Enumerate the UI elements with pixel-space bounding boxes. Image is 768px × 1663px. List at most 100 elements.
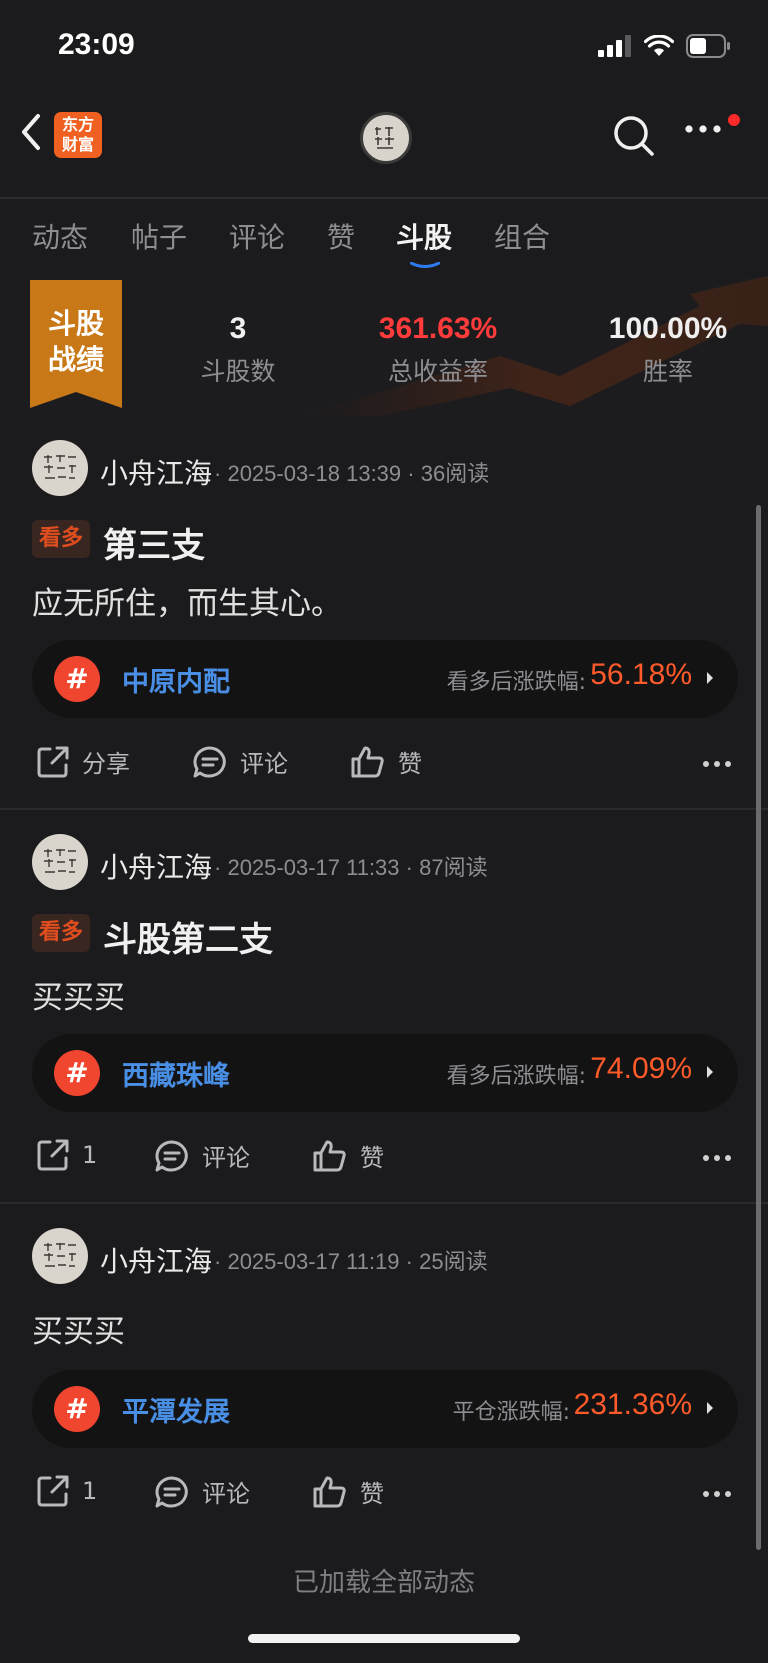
post-body[interactable]: 应无所住，而生其心。 (32, 578, 342, 623)
stock-card[interactable]: # 中原内配 看多后涨跌幅: 56.18% (32, 640, 738, 718)
bullish-tag: 看多 (32, 914, 90, 952)
logo-line2: 财富 (61, 135, 94, 154)
thumbs-up-icon (351, 746, 384, 777)
post-body[interactable]: 买买买 (32, 1306, 125, 1351)
tab-pinglun[interactable]: 评论 (229, 216, 285, 256)
stock-name: 平潭发展 (122, 1397, 230, 1428)
like-button[interactable]: 赞 (312, 1474, 384, 1509)
share-button[interactable]: 1 (36, 1474, 97, 1508)
author-avatar[interactable] (32, 440, 88, 496)
app-logo[interactable]: 东方 财富 (54, 112, 102, 158)
record-badge-label: 斗股 战绩 (30, 280, 122, 408)
author-avatar[interactable] (32, 1228, 88, 1284)
author-name[interactable]: 小舟江海 (100, 452, 212, 492)
stock-change-pct: 231.36% (573, 1388, 692, 1421)
post-more-icon[interactable] (702, 1490, 732, 1498)
comment-label: 评论 (240, 750, 288, 778)
calligraphy-avatar-icon (375, 127, 394, 149)
search-icon[interactable] (612, 114, 656, 158)
post-divider (0, 1202, 768, 1204)
stock-change-label: 看多后涨跌幅: (446, 1064, 586, 1089)
bullish-tag: 看多 (32, 520, 90, 558)
calligraphy-avatar-icon (44, 455, 76, 479)
share-count: 1 (82, 1141, 98, 1169)
chevron-right-icon (707, 1066, 713, 1078)
back-arrow-icon[interactable] (18, 112, 46, 152)
post-title[interactable]: 斗股第二支 (103, 912, 273, 961)
logo-line1: 东方 (61, 115, 94, 134)
action-bar: 分享 评论 赞 (0, 744, 768, 784)
tab-dougu[interactable]: 斗股 (396, 216, 452, 256)
post-meta: · 2025-03-17 11:19 · 25阅读 (214, 1249, 488, 1274)
stat-return-label: 总收益率 (387, 357, 488, 386)
badge-line1: 斗股 (47, 307, 104, 340)
comment-label: 评论 (202, 1144, 250, 1172)
stock-name: 西藏珠峰 (122, 1061, 230, 1092)
author-name[interactable]: 小舟江海 (100, 1240, 212, 1280)
post-date: 2025-03-18 13:39 (227, 461, 402, 486)
comment-button[interactable]: 评论 (154, 1474, 250, 1509)
chevron-right-icon (707, 1402, 713, 1414)
post-divider (0, 808, 768, 810)
share-count: 1 (82, 1477, 98, 1505)
action-bar: 1 评论 赞 (0, 1474, 768, 1514)
calligraphy-avatar-icon (44, 849, 76, 873)
tab-dongtai[interactable]: 动态 (32, 216, 88, 256)
stat-count-value: 3 (229, 312, 247, 345)
comment-button[interactable]: 评论 (192, 744, 288, 779)
stat-return: 361.63% 总收益率 (348, 312, 528, 388)
post-more-icon[interactable] (702, 760, 732, 768)
share-button[interactable]: 分享 (36, 744, 130, 779)
post-reads: 25阅读 (419, 1249, 488, 1274)
stock-change-label: 平仓涨跌幅: (452, 1400, 570, 1425)
stock-change-pct: 74.09% (590, 1052, 692, 1085)
more-options-icon[interactable] (684, 124, 724, 134)
post-more-icon[interactable] (702, 1154, 732, 1162)
stock-card[interactable]: # 西藏珠峰 看多后涨跌幅: 74.09% (32, 1034, 738, 1112)
stock-card[interactable]: # 平潭发展 平仓涨跌幅: 231.36% (32, 1370, 738, 1448)
nav-divider (0, 197, 768, 199)
thumbs-up-icon (313, 1140, 346, 1171)
profile-avatar[interactable] (360, 112, 412, 164)
post-title[interactable]: 第三支 (103, 518, 205, 567)
like-button[interactable]: 赞 (312, 1138, 384, 1173)
post-body[interactable]: 买买买 (32, 972, 125, 1017)
author-avatar[interactable] (32, 834, 88, 890)
like-label: 赞 (360, 1480, 384, 1508)
post-meta: · 2025-03-18 13:39 · 36阅读 (214, 461, 490, 486)
stat-winrate-label: 胜率 (642, 357, 693, 386)
comment-button[interactable]: 评论 (154, 1138, 250, 1173)
share-icon (37, 1139, 69, 1171)
chevron-right-icon (707, 672, 713, 684)
status-icons (598, 34, 732, 58)
home-indicator[interactable] (248, 1634, 520, 1643)
tab-tiezi[interactable]: 帖子 (131, 216, 187, 256)
comment-label: 评论 (202, 1480, 250, 1508)
like-button[interactable]: 赞 (350, 744, 422, 779)
tab-zuhe[interactable]: 组合 (494, 216, 550, 256)
comment-icon (155, 1140, 188, 1171)
badge-line2: 战绩 (47, 343, 104, 376)
hashtag-icon: # (54, 1386, 100, 1432)
tab-zan[interactable]: 赞 (327, 216, 355, 256)
share-icon (37, 746, 69, 777)
post-reads: 87阅读 (419, 855, 488, 880)
load-complete-text: 已加载全部动态 (292, 1568, 475, 1598)
stat-winrate: 100.00% 胜率 (578, 312, 758, 388)
active-tab-indicator (410, 262, 440, 268)
thumbs-up-icon (313, 1476, 346, 1507)
battery-icon (686, 34, 730, 58)
share-icon (37, 1475, 69, 1507)
author-name[interactable]: 小舟江海 (100, 846, 212, 886)
comment-icon (193, 746, 226, 777)
hashtag-icon: # (54, 656, 100, 702)
comment-icon (155, 1476, 188, 1507)
post-meta: · 2025-03-17 11:33 · 87阅读 (214, 855, 488, 880)
status-time: 23:09 (58, 28, 135, 61)
post-reads: 36阅读 (420, 461, 490, 486)
like-label: 赞 (360, 1144, 384, 1172)
share-label: 分享 (82, 750, 130, 778)
stat-count: 3 斗股数 (188, 312, 288, 388)
scrollbar[interactable] (756, 505, 761, 1550)
share-button[interactable]: 1 (36, 1138, 97, 1172)
